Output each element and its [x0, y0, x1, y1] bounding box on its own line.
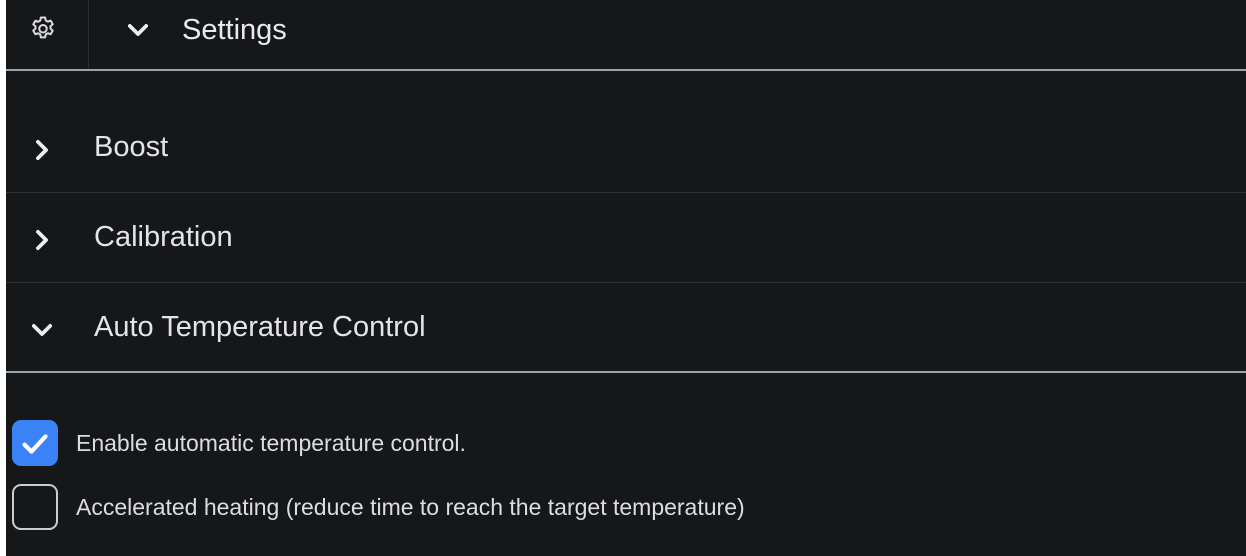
- section-label: Calibration: [94, 221, 233, 253]
- header-title: Settings: [182, 14, 287, 46]
- settings-panel: Settings Boost Calibration Auto Temperat…: [6, 0, 1246, 556]
- chevron-down-icon: [31, 324, 53, 336]
- section-label: Boost: [94, 131, 169, 163]
- checkmark-icon: [22, 434, 48, 454]
- chevron-right-icon: [36, 229, 48, 251]
- gear-button[interactable]: [6, 0, 89, 69]
- screenshot-frame: Settings Boost Calibration Auto Temperat…: [0, 0, 1246, 556]
- settings-header[interactable]: Settings: [6, 0, 1246, 71]
- section-label: Auto Temperature Control: [94, 311, 426, 343]
- option-enable-auto-temp[interactable]: Enable automatic temperature control.: [12, 420, 1212, 472]
- enable-auto-temp-label: Enable automatic temperature control.: [76, 430, 466, 456]
- section-calibration[interactable]: Calibration: [6, 193, 1246, 283]
- accelerated-heating-checkbox[interactable]: [12, 484, 58, 530]
- chevron-down-icon[interactable]: [124, 16, 152, 44]
- accelerated-heating-label: Accelerated heating (reduce time to reac…: [76, 494, 745, 520]
- gear-icon: [32, 16, 54, 39]
- option-accelerated-heating[interactable]: Accelerated heating (reduce time to reac…: [12, 484, 1212, 536]
- enable-auto-temp-checkbox[interactable]: [12, 420, 58, 466]
- section-auto-temperature-control[interactable]: Auto Temperature Control: [6, 283, 1246, 373]
- chevron-right-icon: [36, 139, 48, 161]
- section-boost[interactable]: Boost: [6, 103, 1246, 193]
